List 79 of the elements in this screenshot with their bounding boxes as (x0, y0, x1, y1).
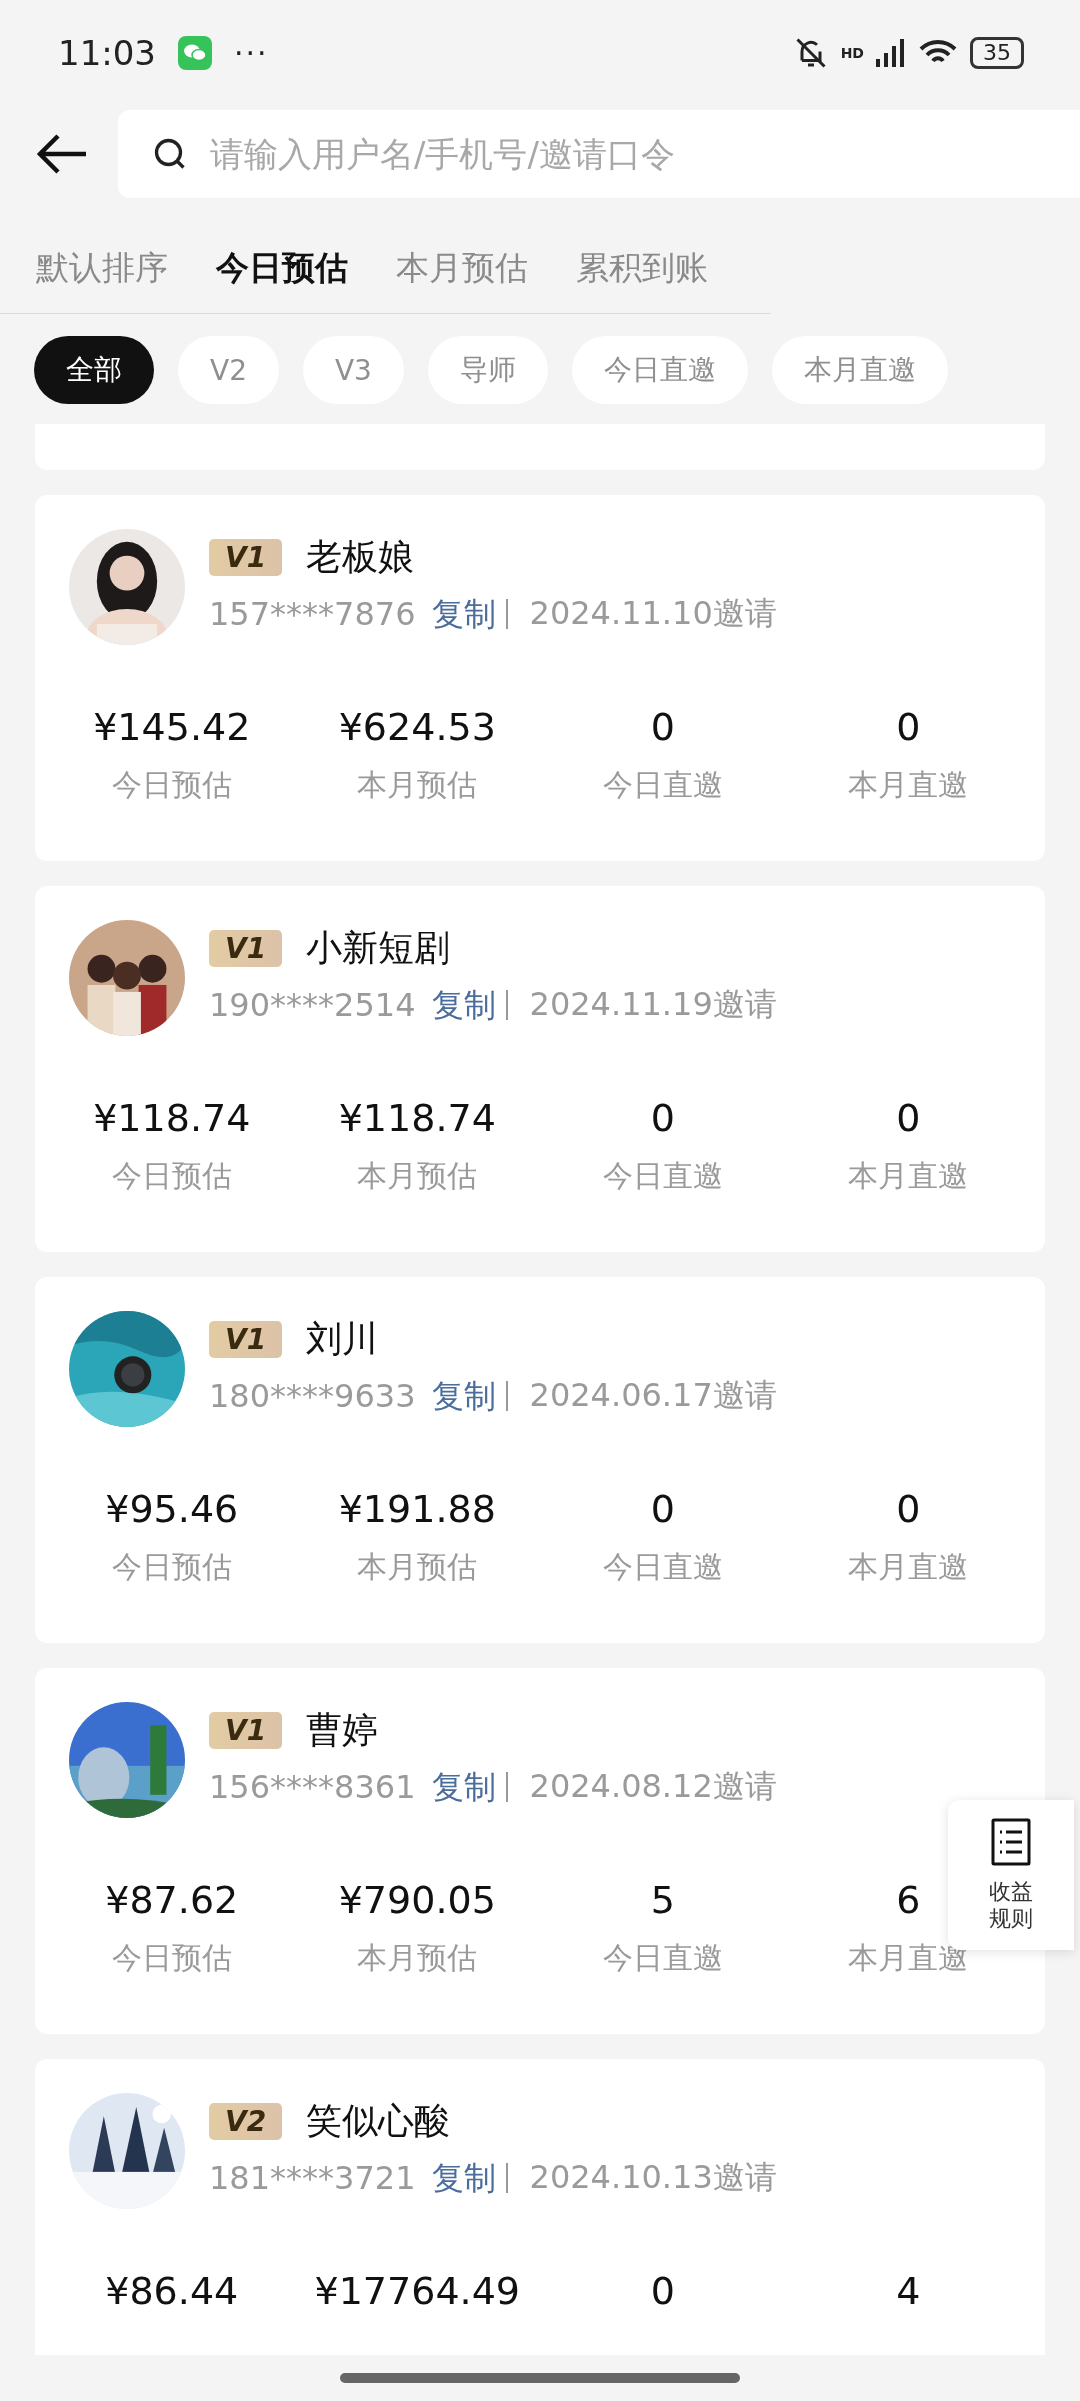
stat-label: 本月预估 (357, 766, 478, 804)
stat-label: 本月直邀 (848, 766, 969, 804)
stat-value: ¥118.74 (338, 1096, 496, 1140)
stat-value: 4 (896, 2269, 921, 2313)
sort-tab[interactable]: 今日预估 (216, 246, 348, 291)
stat-label: 今日预估 (111, 1157, 232, 1195)
stat-value: 0 (896, 705, 921, 749)
stat-label: 今日预估 (111, 766, 232, 804)
filter-chip[interactable]: 导师 (427, 336, 548, 404)
stat-label: 今日直邀 (602, 1939, 723, 1977)
stat-label: 今日预估 (111, 1548, 232, 1586)
stat-value: ¥790.05 (338, 1878, 496, 1922)
stat-label: 本月直邀 (848, 1157, 969, 1195)
stat-label: 本月预估 (357, 1939, 478, 1977)
stat-value: ¥86.44 (105, 2269, 239, 2313)
phone-number: 181****3721 (209, 2159, 416, 2197)
invite-date: 2024.10.13邀请 (529, 2157, 777, 2198)
filter-chip[interactable]: 本月直邀 (771, 336, 948, 404)
stat-value: ¥118.74 (93, 1096, 251, 1140)
level-badge: V1 (209, 930, 283, 967)
stat-label: 今日直邀 (602, 1157, 723, 1195)
stat-label: 今日直邀 (602, 1548, 723, 1586)
filter-chip[interactable]: V3 (302, 336, 404, 404)
invite-date: 2024.11.19邀请 (529, 984, 777, 1025)
member-name: 笑似心酸 (306, 2099, 451, 2143)
battery-level: 35 (970, 37, 1024, 69)
invite-date: 2024.11.10邀请 (529, 593, 777, 634)
member-name: 老板娘 (306, 535, 415, 579)
phone-number: 157****7876 (209, 595, 416, 633)
copy-link[interactable]: 复制 (431, 599, 508, 629)
member-name: 刘川 (306, 1317, 379, 1361)
stat-label: 本月直邀 (848, 1548, 969, 1586)
filter-chip[interactable]: 今日直邀 (571, 336, 748, 404)
status-time: 11:03 (58, 33, 156, 73)
signal-icon (876, 39, 906, 67)
stat-label: 本月预估 (357, 1157, 478, 1195)
network-label: HD (840, 45, 864, 61)
copy-link[interactable]: 复制 (431, 2163, 508, 2193)
sort-tab[interactable]: 默认排序 (36, 246, 168, 291)
sort-tab[interactable]: 本月预估 (396, 246, 528, 291)
list-document-icon (991, 1817, 1031, 1866)
back-arrow-icon[interactable] (36, 134, 88, 174)
stat-value: ¥95.46 (105, 1487, 239, 1531)
phone-number: 156****8361 (209, 1768, 416, 1806)
filter-chip[interactable]: 全部 (34, 336, 154, 404)
stat-value: 0 (650, 1487, 675, 1531)
search-field[interactable]: 请输入用户名/手机号/邀请口令 (118, 110, 1080, 198)
stat-value: 0 (650, 2269, 675, 2313)
copy-link[interactable]: 复制 (431, 1772, 508, 1802)
level-badge: V1 (209, 1712, 283, 1749)
level-badge: V2 (209, 2103, 283, 2140)
stat-value: 0 (650, 1096, 675, 1140)
chat-app-icon (178, 36, 212, 70)
level-badge: V1 (209, 1321, 283, 1358)
stat-label: 本月预估 (357, 1548, 478, 1586)
stat-value: ¥17764.49 (314, 2269, 520, 2313)
copy-link[interactable]: 复制 (431, 990, 508, 1020)
member-name: 小新短剧 (306, 926, 451, 970)
member-name: 曹婷 (306, 1708, 379, 1752)
stat-value: ¥87.62 (105, 1878, 239, 1922)
level-badge: V1 (209, 539, 283, 576)
stat-value: 0 (896, 1487, 921, 1531)
invite-date: 2024.06.17邀请 (529, 1375, 777, 1416)
copy-link[interactable]: 复制 (431, 1381, 508, 1411)
stat-value: 0 (650, 705, 675, 749)
stat-value: ¥145.42 (93, 705, 251, 749)
sort-tab[interactable]: 累积到账 (576, 246, 708, 291)
invite-date: 2024.08.12邀请 (529, 1766, 777, 1807)
phone-number: 180****9633 (209, 1377, 416, 1415)
stat-label: 今日直邀 (602, 766, 723, 804)
stat-label: 今日预估 (111, 1939, 232, 1977)
more-indicator: ··· (234, 35, 269, 71)
phone-number: 190****2514 (209, 986, 416, 1024)
stat-value: ¥624.53 (338, 705, 496, 749)
stat-value: ¥191.88 (338, 1487, 496, 1531)
stat-value: 5 (650, 1878, 675, 1922)
stat-value: 6 (896, 1878, 921, 1922)
filter-chip[interactable]: V2 (178, 336, 279, 404)
stat-value: 0 (896, 1096, 921, 1140)
